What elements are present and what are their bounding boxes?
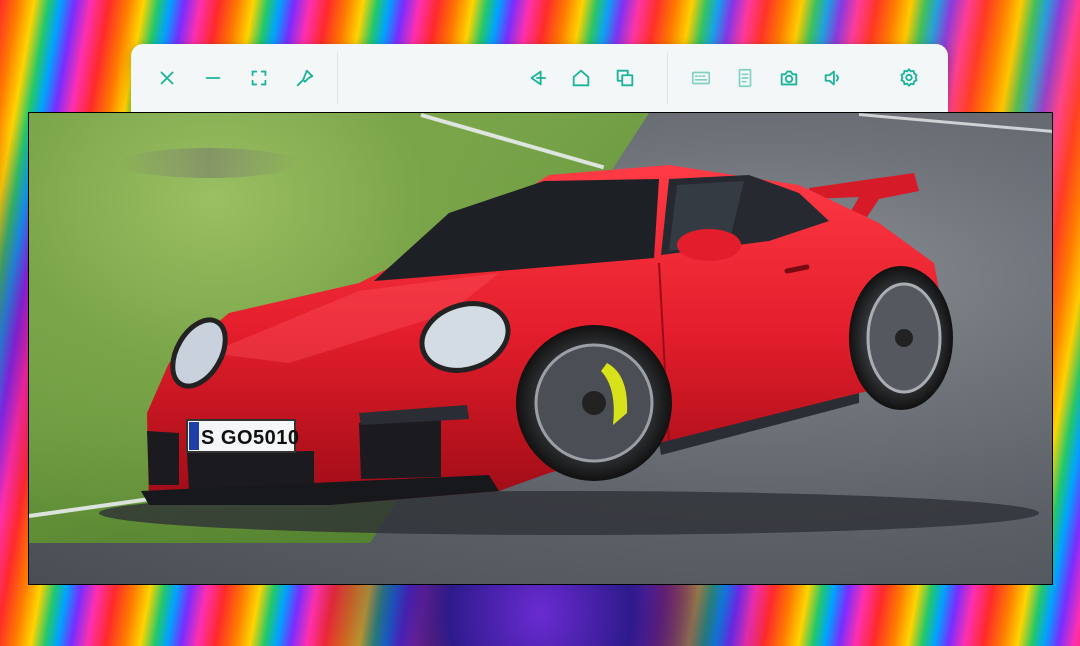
keyboard-icon — [691, 71, 711, 85]
fullscreen-icon — [251, 70, 267, 86]
fullscreen-button[interactable] — [245, 64, 273, 92]
toolbar-divider — [337, 52, 338, 104]
side-mirror — [677, 229, 741, 261]
recent-apps-icon — [616, 69, 634, 87]
close-button[interactable] — [153, 64, 181, 92]
minimize-icon — [205, 77, 221, 79]
front-intake-right — [359, 417, 441, 479]
pin-icon — [296, 69, 314, 87]
red-sports-car: S GO5010 — [99, 165, 1039, 535]
window-controls — [153, 44, 319, 112]
keyboard-button[interactable] — [687, 64, 715, 92]
settings-button[interactable] — [895, 64, 923, 92]
back-button[interactable] — [523, 64, 551, 92]
document-button[interactable] — [731, 64, 759, 92]
home-button[interactable] — [567, 64, 595, 92]
front-intake-left — [147, 431, 179, 485]
tool-controls — [687, 44, 847, 112]
license-plate-eu-band — [189, 422, 199, 450]
pin-button[interactable] — [291, 64, 319, 92]
rear-hub — [895, 329, 913, 347]
home-icon — [572, 69, 590, 87]
back-icon — [530, 70, 547, 86]
screenshot-button[interactable] — [775, 64, 803, 92]
front-hub — [582, 391, 606, 415]
screenshot-icon — [780, 70, 798, 86]
toolbar-divider — [667, 52, 668, 104]
emulator-toolbar — [131, 44, 948, 112]
volume-icon — [824, 70, 839, 86]
emulator-screen[interactable]: S GO5010 — [28, 112, 1053, 585]
minimize-button[interactable] — [199, 64, 227, 92]
document-icon — [738, 68, 752, 88]
license-plate-text: S GO5010 — [201, 427, 300, 449]
settings-controls — [895, 44, 923, 112]
volume-button[interactable] — [819, 64, 847, 92]
navigation-controls — [523, 44, 639, 112]
gear-icon — [900, 68, 918, 87]
close-icon — [160, 71, 174, 85]
recent-apps-button[interactable] — [611, 64, 639, 92]
